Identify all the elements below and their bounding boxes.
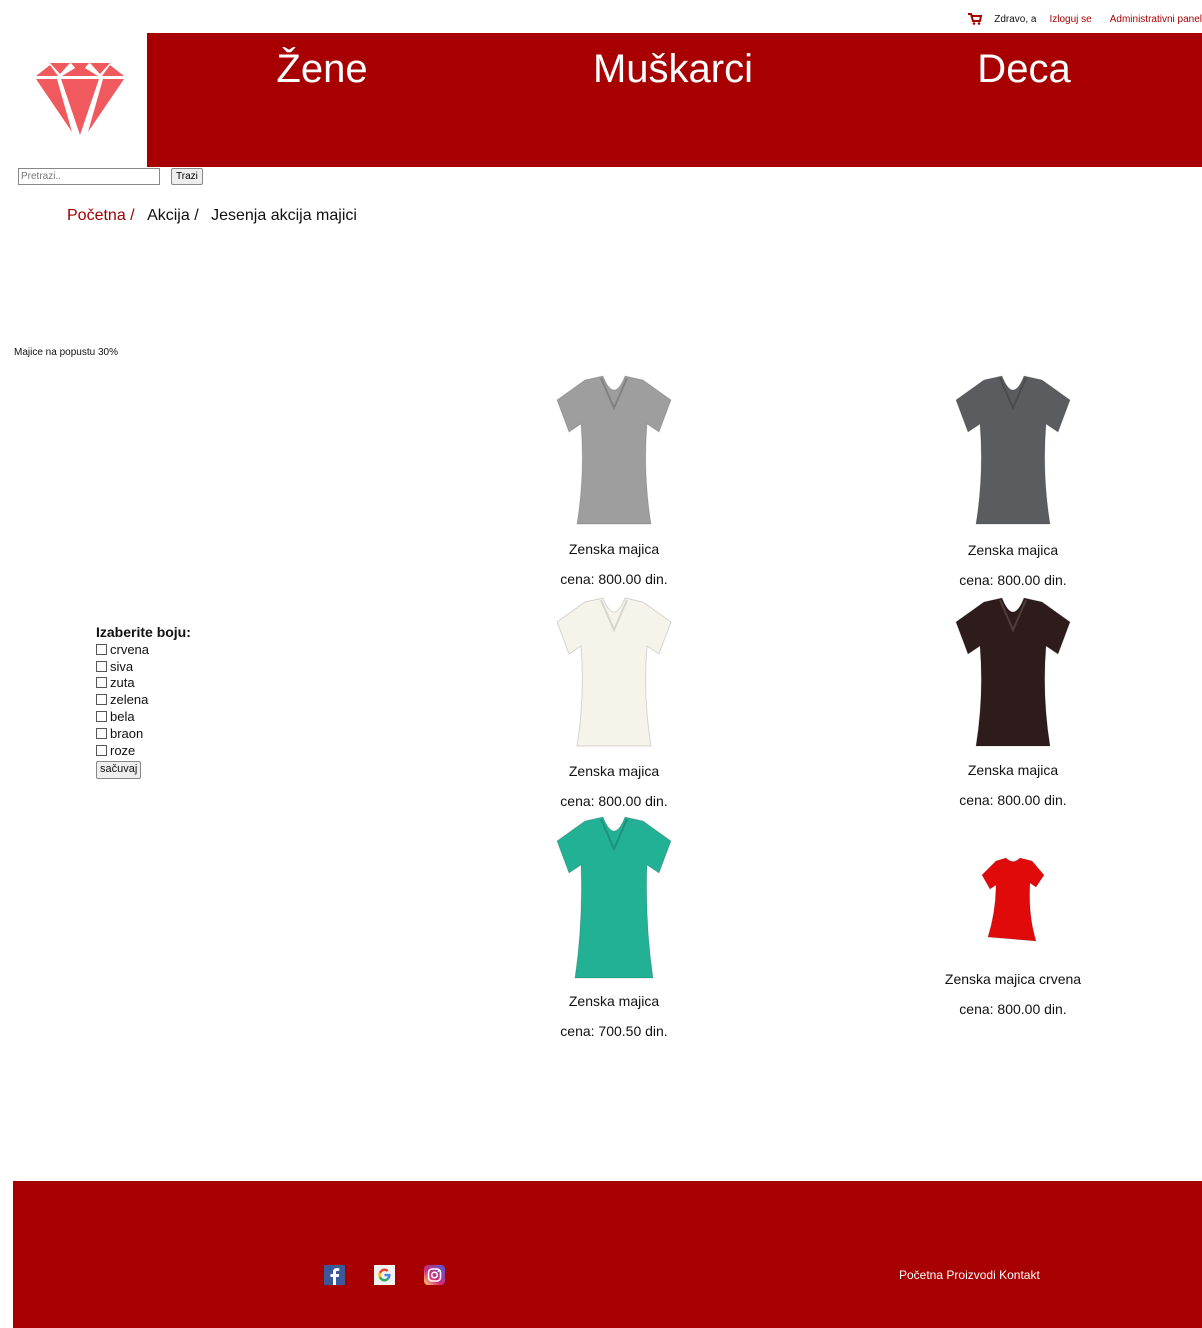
- cart-icon[interactable]: [968, 13, 983, 25]
- option-label: zuta: [110, 675, 135, 691]
- checkbox[interactable]: [96, 643, 107, 655]
- tshirt-image[interactable]: [954, 596, 1072, 748]
- filter-option-bela[interactable]: bela: [96, 708, 191, 725]
- product-price: cena: 800.00 din.: [560, 793, 668, 809]
- option-label: zelena: [110, 692, 149, 708]
- filter-option-zelena[interactable]: zelena: [96, 691, 191, 708]
- tshirt-image[interactable]: [555, 374, 673, 526]
- tshirt-image[interactable]: [555, 815, 673, 980]
- filter-option-zuta[interactable]: zuta: [96, 675, 191, 692]
- option-label: roze: [110, 742, 136, 758]
- product-name[interactable]: Zenska majica: [913, 542, 1113, 558]
- tshirt-image[interactable]: [954, 374, 1072, 526]
- product-card[interactable]: Zenska majica cena: 800.00 din.: [913, 596, 1113, 808]
- product-price: cena: 800.00 din.: [560, 571, 668, 587]
- promo-text: Majice na popustu 30%: [14, 347, 118, 358]
- checkbox[interactable]: [96, 660, 107, 672]
- google-icon[interactable]: [374, 1265, 395, 1285]
- footer-links: Početna Proizvodi Kontakt: [899, 1268, 1040, 1282]
- greeting-text: Zdravo, a: [994, 13, 1037, 25]
- admin-panel-link[interactable]: Administrativni panel: [1110, 14, 1202, 25]
- filter-option-braon[interactable]: braon: [96, 725, 191, 742]
- breadcrumb-current: Jesenja akcija majici: [211, 207, 357, 224]
- main-nav-bar: Žene Muškarci Deca: [147, 33, 1202, 167]
- search-input[interactable]: [18, 168, 160, 185]
- product-card[interactable]: Zenska majica cena: 800.00 din.: [514, 374, 714, 587]
- option-label: bela: [110, 709, 135, 725]
- footer-link-pocetna[interactable]: Početna: [899, 1268, 943, 1282]
- breadcrumb-akcija[interactable]: Akcija /: [147, 207, 199, 224]
- product-card[interactable]: Zenska majica cena: 800.00 din.: [913, 374, 1113, 588]
- product-name[interactable]: Zenska majica: [913, 762, 1113, 778]
- checkbox[interactable]: [96, 711, 107, 723]
- product-card[interactable]: Zenska majica crvena cena: 800.00 din.: [913, 855, 1113, 1017]
- breadcrumb-home[interactable]: Početna /: [67, 207, 135, 224]
- checkbox[interactable]: [96, 677, 107, 689]
- color-filter: Izaberite boju: crvena siva zuta zelena …: [96, 624, 191, 779]
- facebook-icon[interactable]: [324, 1265, 345, 1285]
- footer-link-proizvodi[interactable]: Proizvodi: [946, 1268, 995, 1282]
- product-name[interactable]: Zenska majica: [514, 541, 714, 557]
- product-price: cena: 800.00 din.: [959, 792, 1067, 808]
- tshirt-image[interactable]: [978, 855, 1048, 945]
- filter-option-roze[interactable]: roze: [96, 742, 191, 759]
- save-filter-button[interactable]: sačuvaj: [96, 760, 142, 779]
- search-button[interactable]: Trazi: [171, 168, 203, 185]
- option-label: siva: [110, 658, 134, 674]
- instagram-icon[interactable]: [424, 1265, 445, 1285]
- checkbox[interactable]: [96, 727, 107, 739]
- filter-option-siva[interactable]: siva: [96, 658, 191, 675]
- nav-item-zene[interactable]: Žene: [276, 47, 367, 92]
- checkbox[interactable]: [96, 744, 107, 756]
- product-name[interactable]: Zenska majica: [514, 993, 714, 1009]
- tshirt-image[interactable]: [555, 596, 673, 748]
- product-name[interactable]: Zenska majica crvena: [913, 971, 1113, 987]
- footer-link-kontakt[interactable]: Kontakt: [999, 1268, 1040, 1282]
- breadcrumb: Početna / Akcija / Jesenja akcija majici: [67, 207, 357, 225]
- product-price: cena: 800.00 din.: [959, 1001, 1067, 1017]
- checkbox[interactable]: [96, 694, 107, 706]
- nav-item-muskarci[interactable]: Muškarci: [593, 47, 753, 92]
- option-label: crvena: [110, 641, 150, 657]
- filter-title: Izaberite boju:: [96, 624, 191, 640]
- product-card[interactable]: Zenska majica cena: 800.00 din.: [514, 596, 714, 809]
- product-name[interactable]: Zenska majica: [514, 763, 714, 779]
- diamond-logo-icon[interactable]: [30, 60, 130, 140]
- nav-item-deca[interactable]: Deca: [977, 47, 1070, 92]
- product-card[interactable]: Zenska majica cena: 700.50 din.: [514, 815, 714, 1039]
- product-price: cena: 800.00 din.: [959, 572, 1067, 588]
- product-price: cena: 700.50 din.: [560, 1023, 668, 1039]
- filter-option-crvena[interactable]: crvena: [96, 641, 191, 658]
- footer: Početna Proizvodi Kontakt: [13, 1181, 1202, 1328]
- top-utility-bar: Zdravo, a Izloguj se Administrativni pan…: [968, 11, 1202, 27]
- logout-link[interactable]: Izloguj se: [1049, 14, 1091, 25]
- option-label: braon: [110, 725, 144, 741]
